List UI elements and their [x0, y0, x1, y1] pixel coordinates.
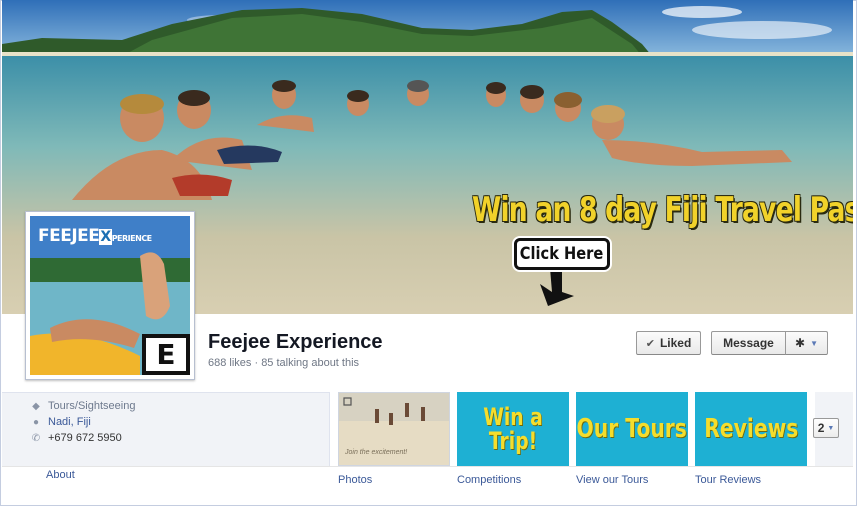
profile-badge-letter: E: [156, 338, 176, 371]
photos-caption: Join the excitement!: [345, 449, 408, 456]
liked-button[interactable]: ✔ Liked: [636, 331, 701, 355]
category-text: Tours/Sightseeing: [48, 400, 136, 412]
reviews-text: Reviews: [703, 414, 799, 444]
app-label-reviews[interactable]: Tour Reviews: [695, 474, 761, 486]
liked-label: Liked: [659, 336, 692, 350]
app-tile-reviews[interactable]: Reviews: [695, 392, 807, 466]
profile-picture[interactable]: FEEJEEXPERIENCE E: [25, 211, 195, 380]
chevron-down-icon: ▼: [810, 338, 818, 348]
more-apps-count: 2: [817, 421, 825, 435]
click-here-button[interactable]: Click Here: [514, 238, 610, 270]
phone-row: ✆ +679 672 5950: [30, 432, 122, 444]
profile-logo-text: FEEJEEXPERIENCE: [38, 226, 152, 246]
chevron-down-icon: ▼: [827, 424, 835, 432]
checkmark-icon: ✔: [645, 337, 655, 350]
phone-icon: ✆: [31, 432, 41, 444]
profile-logo-main: FEEJEE: [38, 226, 100, 246]
app-label-tours[interactable]: View our Tours: [576, 474, 648, 486]
settings-dropdown-button[interactable]: ✱ ▼: [785, 331, 828, 355]
win-a-trip-text: Win a Trip!: [483, 403, 543, 455]
location-row[interactable]: ● Nadi, Fiji: [30, 416, 91, 428]
location-link[interactable]: Nadi, Fiji: [48, 416, 91, 428]
message-button[interactable]: Message: [711, 331, 786, 355]
click-here-label: Click Here: [520, 244, 604, 264]
app-tile-competitions[interactable]: Win a Trip!: [457, 392, 569, 466]
map-pin-icon: ●: [32, 416, 40, 428]
app-tile-tours[interactable]: Our Tours: [576, 392, 688, 466]
page-info-box: ◆ Tours/Sightseeing ● Nadi, Fiji ✆ +679 …: [2, 392, 330, 466]
app-label-photos[interactable]: Photos: [338, 474, 372, 486]
app-tile-photos[interactable]: Join the excitement!: [338, 392, 450, 466]
our-tours-text: Our Tours: [576, 414, 688, 444]
gear-icon: ✱: [795, 336, 806, 350]
about-link[interactable]: About: [46, 469, 75, 481]
app-label-competitions[interactable]: Competitions: [457, 474, 521, 486]
page-title[interactable]: Feejee Experience: [208, 331, 383, 354]
category-row: ◆ Tours/Sightseeing: [30, 400, 135, 412]
tag-icon: ◆: [32, 400, 40, 412]
promo-headline: Win an 8 day Fiji Travel Pass!: [472, 190, 853, 230]
profile-picture-image: FEEJEEXPERIENCE E: [30, 216, 190, 375]
message-label: Message: [723, 336, 774, 350]
phone-text: +679 672 5950: [48, 432, 122, 444]
more-apps-button[interactable]: 2 ▼: [813, 418, 839, 438]
profile-logo-x: X: [99, 229, 112, 245]
page-stats: 688 likes · 85 talking about this: [208, 357, 360, 369]
profile-logo-sub: PERIENCE: [111, 234, 152, 243]
